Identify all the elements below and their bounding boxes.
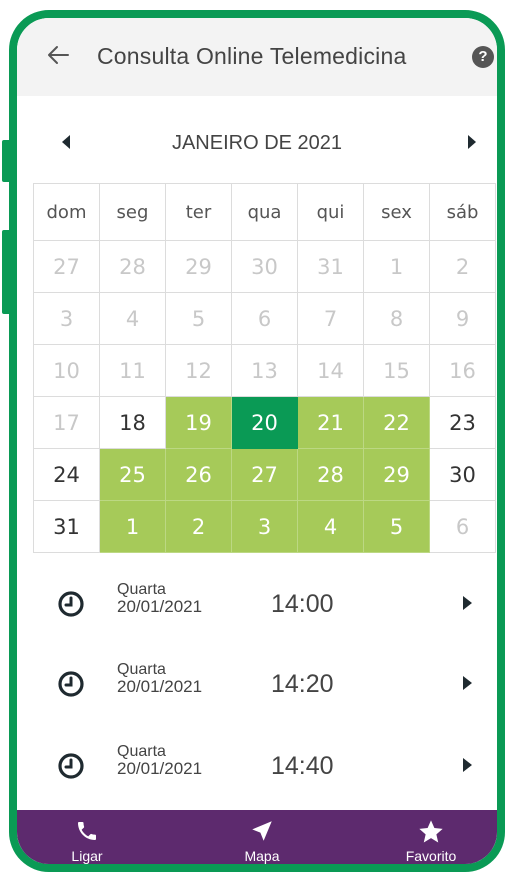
calendar-day: 24 <box>33 448 100 501</box>
calendar-week-row: 10 11 12 13 14 15 16 <box>33 344 496 397</box>
tab-mapa[interactable]: Mapa <box>202 810 322 864</box>
slot-time: 14:20 <box>271 670 334 698</box>
month-label: JANEIRO DE 2021 <box>171 132 343 154</box>
bottom-navigation: Ligar Mapa Favorito <box>17 810 497 864</box>
calendar-day: 4 <box>99 292 166 345</box>
slot-time: 14:40 <box>271 752 334 780</box>
weekday-label: seg <box>99 183 166 241</box>
weekday-label: ter <box>165 183 232 241</box>
tab-favorito-label: Favorito <box>405 848 457 864</box>
calendar-day-available[interactable]: 1 <box>99 500 166 553</box>
calendar-day: 7 <box>297 292 364 345</box>
clock-icon <box>58 591 84 617</box>
calendar-day: 16 <box>429 344 496 397</box>
weekday-label: qua <box>231 183 298 241</box>
calendar-body: 27 28 29 30 31 1 2 3 4 5 6 7 8 9 10 11 12 13 14 15 16 17 18 19 2… <box>33 240 496 553</box>
calendar-day: 18 <box>99 396 166 449</box>
clock-icon <box>58 753 84 779</box>
calendar-day: 17 <box>33 396 100 449</box>
calendar-day: 27 <box>33 240 100 293</box>
calendar-day: 5 <box>165 292 232 345</box>
slot-time: 14:00 <box>271 590 334 618</box>
calendar-day: 30 <box>231 240 298 293</box>
app-screen: Consulta Online Telemedicina ? JANEIRO D… <box>17 18 497 864</box>
calendar-day: 13 <box>231 344 298 397</box>
time-slot[interactable]: Quarta 20/01/2021 14:40 <box>17 738 497 798</box>
calendar-day-available[interactable]: 4 <box>297 500 364 553</box>
calendar-day-available[interactable]: 28 <box>297 448 364 501</box>
calendar-day: 28 <box>99 240 166 293</box>
weekday-label: dom <box>33 183 100 241</box>
calendar-day: 31 <box>33 500 100 553</box>
month-navigator: JANEIRO DE 2021 <box>17 118 497 166</box>
back-button[interactable] <box>43 40 73 70</box>
help-button[interactable]: ? <box>472 46 494 68</box>
weekday-header-row: dom seg ter qua qui sex sáb <box>33 183 496 241</box>
phone-frame: Consulta Online Telemedicina ? JANEIRO D… <box>9 10 505 872</box>
tab-ligar[interactable]: Ligar <box>27 810 147 864</box>
calendar-day: 31 <box>297 240 364 293</box>
calendar-day: 6 <box>429 500 496 553</box>
navigation-arrow-icon <box>252 821 272 841</box>
calendar-week-row: 24 25 26 27 28 29 30 <box>33 448 496 501</box>
calendar-day-available[interactable]: 2 <box>165 500 232 553</box>
calendar-day-available[interactable]: 22 <box>363 396 430 449</box>
calendar-day: 29 <box>165 240 232 293</box>
question-circle-icon: ? <box>478 48 488 65</box>
tab-mapa-label: Mapa <box>244 848 280 864</box>
calendar-grid: dom seg ter qua qui sex sáb 27 28 29 30 31 1 2 3 4 5 6 7 8… <box>33 183 496 553</box>
calendar-day: 6 <box>231 292 298 345</box>
calendar-day: 10 <box>33 344 100 397</box>
calendar-day-available[interactable]: 27 <box>231 448 298 501</box>
phone-icon <box>78 822 96 840</box>
chevron-right-icon <box>463 758 472 772</box>
page-title: Consulta Online Telemedicina <box>97 43 407 69</box>
calendar-week-row: 3456789 <box>33 292 496 345</box>
calendar-day: 8 <box>363 292 430 345</box>
calendar-day-available[interactable]: 3 <box>231 500 298 553</box>
time-slot[interactable]: Quarta 20/01/2021 14:20 <box>17 656 497 716</box>
calendar-day-available[interactable]: 25 <box>99 448 166 501</box>
slot-date: 20/01/2021 <box>117 597 203 616</box>
calendar-day-available[interactable]: 29 <box>363 448 430 501</box>
arrow-left-icon <box>48 46 69 64</box>
weekday-label: sex <box>363 183 430 241</box>
slot-date: 20/01/2021 <box>117 759 203 778</box>
calendar-day: 14 <box>297 344 364 397</box>
star-icon <box>419 820 443 843</box>
clock-icon <box>58 671 84 697</box>
calendar-day: 15 <box>363 344 430 397</box>
calendar-day: 12 <box>165 344 232 397</box>
calendar-day-available[interactable]: 5 <box>363 500 430 553</box>
chevron-right-icon <box>463 676 472 690</box>
time-slot[interactable]: Quarta 20/01/2021 14:00 <box>17 576 497 636</box>
calendar-week-row: 31 1 2 3 4 5 6 <box>33 500 496 553</box>
tab-favorito[interactable]: Favorito <box>371 810 491 864</box>
calendar-day: 11 <box>99 344 166 397</box>
calendar-day-selected[interactable]: 20 <box>231 396 298 449</box>
calendar-day: 1 <box>363 240 430 293</box>
slot-day: Quarta <box>117 581 166 598</box>
calendar-week-row: 17 18 19 20 21 22 23 <box>33 396 496 449</box>
calendar-week-row: 27 28 29 30 31 1 2 <box>33 240 496 293</box>
next-month-button[interactable] <box>461 132 481 152</box>
tab-ligar-label: Ligar <box>71 848 103 864</box>
calendar-day: 2 <box>429 240 496 293</box>
calendar-day: 3 <box>33 292 100 345</box>
chevron-right-icon <box>463 596 472 610</box>
calendar-day: 30 <box>429 448 496 501</box>
calendar-day: 9 <box>429 292 496 345</box>
slot-day: Quarta <box>117 661 166 678</box>
calendar-day-available[interactable]: 26 <box>165 448 232 501</box>
weekday-label: qui <box>297 183 364 241</box>
calendar-day: 23 <box>429 396 496 449</box>
app-bar: Consulta Online Telemedicina ? <box>17 18 497 96</box>
calendar-day-available[interactable]: 19 <box>165 396 232 449</box>
slot-day: Quarta <box>117 743 166 760</box>
slot-date: 20/01/2021 <box>117 677 203 696</box>
weekday-label: sáb <box>429 183 496 241</box>
calendar-day-available[interactable]: 21 <box>297 396 364 449</box>
